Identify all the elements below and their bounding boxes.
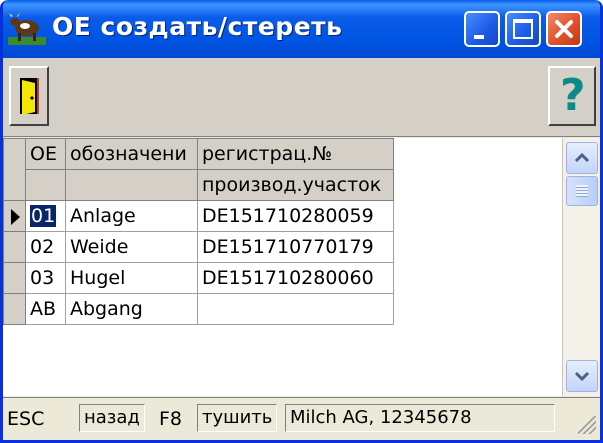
- table-row[interactable]: 01 Anlage DE151710280059: [3, 200, 394, 232]
- cell-registration[interactable]: [197, 293, 394, 325]
- title-bar[interactable]: OE создать/стереть: [3, 0, 600, 58]
- chevron-up-icon: [574, 152, 590, 163]
- column-header-oe[interactable]: OE: [25, 138, 66, 170]
- column-header-registration[interactable]: регистрац.№: [197, 138, 394, 170]
- column-header-production-unit: производ.участок: [197, 169, 394, 201]
- row-indicator-header: [3, 138, 26, 201]
- cell-registration[interactable]: DE151710770179: [197, 231, 394, 263]
- window-title: OE создать/стереть: [52, 12, 343, 41]
- status-bar: ESC назад F8 тушить Milch AG, 12345678: [3, 397, 600, 438]
- chevron-down-icon: [574, 371, 590, 382]
- row-indicator[interactable]: [3, 262, 26, 294]
- close-button[interactable]: [546, 11, 582, 47]
- maximize-icon: [513, 19, 533, 39]
- vertical-scrollbar[interactable]: [562, 138, 600, 396]
- current-row-pointer-icon: [11, 209, 20, 225]
- delete-action-label[interactable]: тушить: [197, 404, 278, 432]
- table-row[interactable]: 03 Hugel DE151710280060: [3, 262, 394, 294]
- column-header-name[interactable]: обозначени: [65, 138, 198, 170]
- grip-lines-icon: [576, 185, 588, 197]
- cell-oe[interactable]: AB: [25, 293, 66, 325]
- exit-button[interactable]: [9, 66, 49, 126]
- help-icon: ?: [560, 70, 586, 121]
- cell-oe[interactable]: 02: [25, 231, 66, 263]
- cell-registration[interactable]: DE151710280060: [197, 262, 394, 294]
- app-window: OE создать/стереть ? OE обозначени регис…: [0, 0, 603, 443]
- minimize-button[interactable]: [464, 11, 500, 47]
- cell-name[interactable]: Hugel: [65, 262, 198, 294]
- toolbar: ?: [3, 58, 600, 137]
- row-indicator[interactable]: [3, 200, 26, 232]
- cow-icon: [8, 13, 46, 45]
- table-row[interactable]: AB Abgang: [3, 293, 394, 325]
- cell-oe[interactable]: 01: [25, 200, 66, 232]
- column-header-oe-line2: [25, 169, 66, 201]
- maximize-button[interactable]: [505, 11, 541, 47]
- row-indicator[interactable]: [3, 293, 26, 325]
- minimize-icon: [474, 35, 484, 39]
- cell-registration[interactable]: DE151710280059: [197, 200, 394, 232]
- company-info: Milch AG, 12345678: [285, 404, 555, 432]
- cell-name[interactable]: Abgang: [65, 293, 198, 325]
- table-row[interactable]: 02 Weide DE151710770179: [3, 231, 394, 263]
- column-header-name-line2: [65, 169, 198, 201]
- selected-cell: 01: [30, 205, 57, 227]
- scroll-thumb[interactable]: [566, 176, 598, 206]
- esc-key-label[interactable]: ESC: [7, 408, 44, 430]
- help-button[interactable]: ?: [548, 66, 596, 126]
- scroll-up-button[interactable]: [566, 142, 598, 174]
- cell-oe[interactable]: 03: [25, 262, 66, 294]
- cell-name[interactable]: Anlage: [65, 200, 198, 232]
- row-indicator[interactable]: [3, 231, 26, 263]
- grid-header-row: OE обозначени регистрац.№: [3, 138, 394, 201]
- close-icon: [555, 20, 573, 38]
- cell-name[interactable]: Weide: [65, 231, 198, 263]
- back-action-label[interactable]: назад: [79, 404, 145, 432]
- resize-grip-icon[interactable]: [578, 416, 596, 434]
- door-exit-icon: [20, 78, 39, 115]
- data-grid[interactable]: OE обозначени регистрац.№ производ.участ…: [3, 138, 562, 396]
- f8-key-label[interactable]: F8: [159, 408, 182, 430]
- scroll-down-button[interactable]: [566, 360, 598, 392]
- grid-header-row-2: производ.участок: [4, 169, 394, 201]
